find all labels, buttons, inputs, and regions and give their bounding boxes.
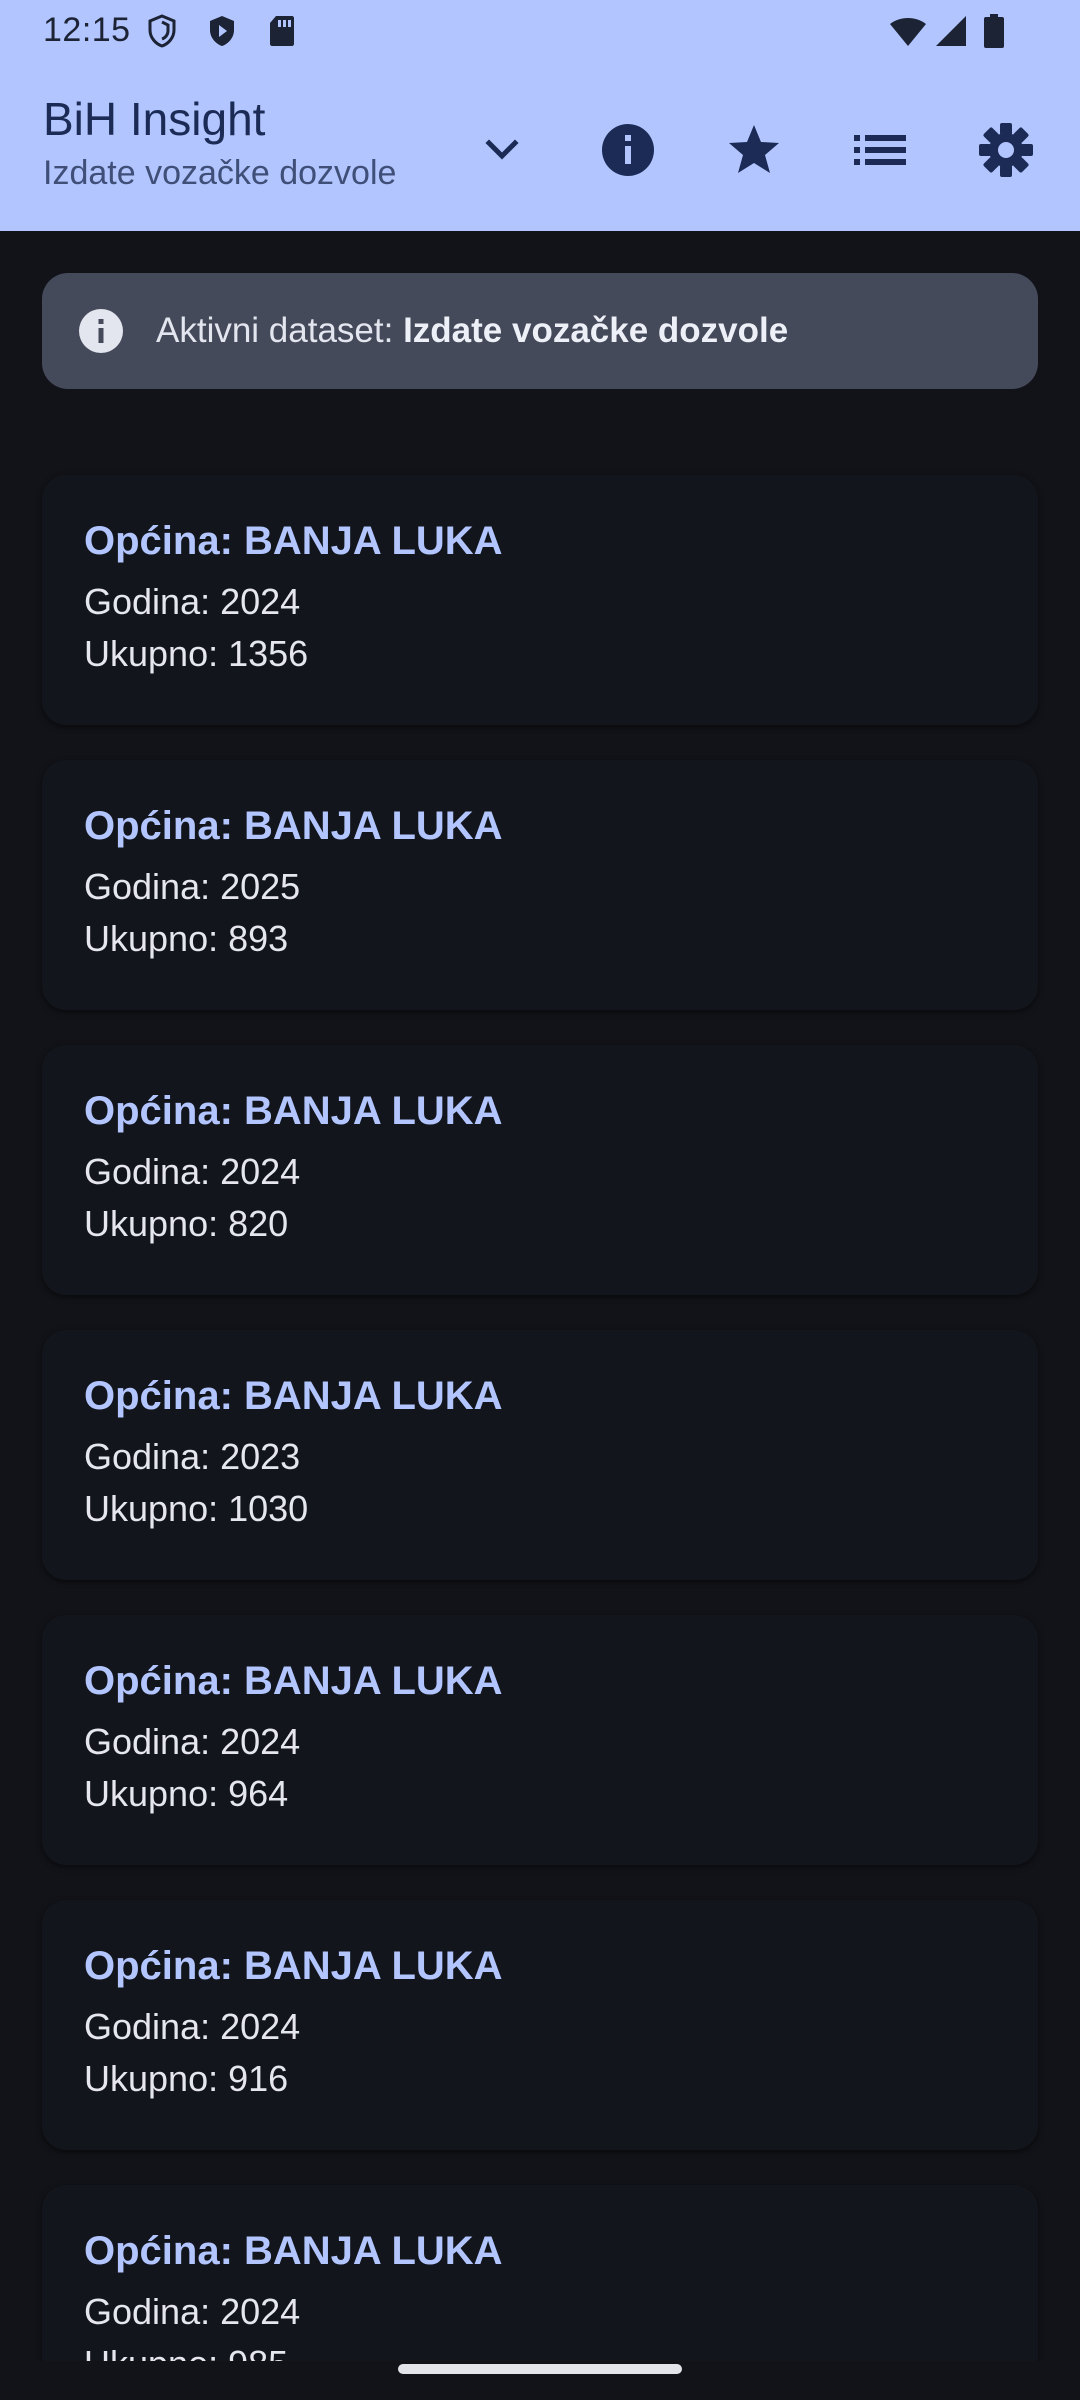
item-opcina: Općina: BANJA LUKA — [84, 1944, 503, 1988]
list-item[interactable]: Općina: BANJA LUKA Godina: 2024 Ukupno: … — [42, 1615, 1038, 1865]
item-ukupno: Ukupno: 964 — [84, 1773, 289, 1814]
item-godina: Godina: 2024 — [84, 1721, 301, 1762]
chevron-down-icon — [485, 139, 519, 160]
list-button[interactable] — [840, 110, 920, 190]
sd-card-icon — [270, 16, 294, 46]
item-ukupno: Ukupno: 893 — [84, 918, 289, 959]
item-opcina: Općina: BANJA LUKA — [84, 1374, 503, 1418]
cell-signal-icon — [936, 16, 966, 46]
app-bar: BiH Insight Izdate vozačke dozvole — [0, 62, 1080, 231]
item-godina: Godina: 2023 — [84, 1436, 301, 1477]
shield-icon — [148, 14, 176, 48]
item-godina: Godina: 2024 — [84, 2006, 301, 2047]
item-opcina: Općina: BANJA LUKA — [84, 1659, 503, 1703]
wifi-icon — [890, 18, 926, 46]
screen: 12:15 BiH Insight Izdate vozačke dozvole… — [0, 0, 1080, 2400]
status-bar: 12:15 — [0, 0, 1080, 62]
star-icon — [729, 125, 779, 173]
item-ukupno: Ukupno: 916 — [84, 2058, 289, 2099]
item-godina: Godina: 2024 — [84, 581, 301, 622]
item-godina: Godina: 2024 — [84, 1151, 301, 1192]
item-ukupno: Ukupno: 1030 — [84, 1488, 309, 1529]
dataset-dropdown-button[interactable] — [462, 110, 542, 190]
records-list[interactable]: Općina: BANJA LUKA Godina: 2024 Ukupno: … — [0, 231, 1080, 2361]
item-ukupno: Ukupno: 820 — [84, 1203, 289, 1244]
list-item[interactable]: Općina: BANJA LUKA Godina: 2025 Ukupno: … — [42, 760, 1038, 1010]
list-item[interactable]: Općina: BANJA LUKA Godina: 2024 Ukupno: … — [42, 1900, 1038, 2150]
item-godina: Godina: 2024 — [84, 2291, 301, 2332]
app-title: BiH Insight — [43, 93, 266, 145]
item-opcina: Općina: BANJA LUKA — [84, 2229, 503, 2273]
settings-button[interactable] — [966, 110, 1046, 190]
settings-icon — [979, 123, 1033, 177]
item-opcina: Općina: BANJA LUKA — [84, 804, 503, 848]
app-subtitle: Izdate vozačke dozvole — [43, 154, 397, 192]
status-time: 12:15 — [43, 11, 131, 49]
play-shield-icon — [210, 16, 234, 46]
item-godina: Godina: 2025 — [84, 866, 301, 907]
favorites-button[interactable] — [714, 110, 794, 190]
item-ukupno: Ukupno: 985 — [84, 2343, 288, 2361]
battery-icon — [984, 14, 1004, 48]
list-item[interactable]: Općina: BANJA LUKA Godina: 2023 Ukupno: … — [42, 1330, 1038, 1580]
item-opcina: Općina: BANJA LUKA — [84, 519, 503, 563]
list-item[interactable]: Općina: BANJA LUKA Godina: 2024 Ukupno: … — [42, 1045, 1038, 1295]
item-opcina: Općina: BANJA LUKA — [84, 1089, 503, 1133]
gesture-navigation-handle[interactable] — [398, 2364, 682, 2374]
list-item[interactable]: Općina: BANJA LUKA Godina: 2024 Ukupno: … — [42, 475, 1038, 725]
top-app-bar: 12:15 BiH Insight Izdate vozačke dozvole — [0, 0, 1080, 231]
info-icon — [602, 124, 654, 176]
list-item[interactable]: Općina: BANJA LUKA Godina: 2024 Ukupno: … — [42, 2185, 1038, 2361]
list-icon — [854, 135, 906, 165]
info-button[interactable] — [588, 110, 668, 190]
item-ukupno: Ukupno: 1356 — [84, 633, 309, 674]
